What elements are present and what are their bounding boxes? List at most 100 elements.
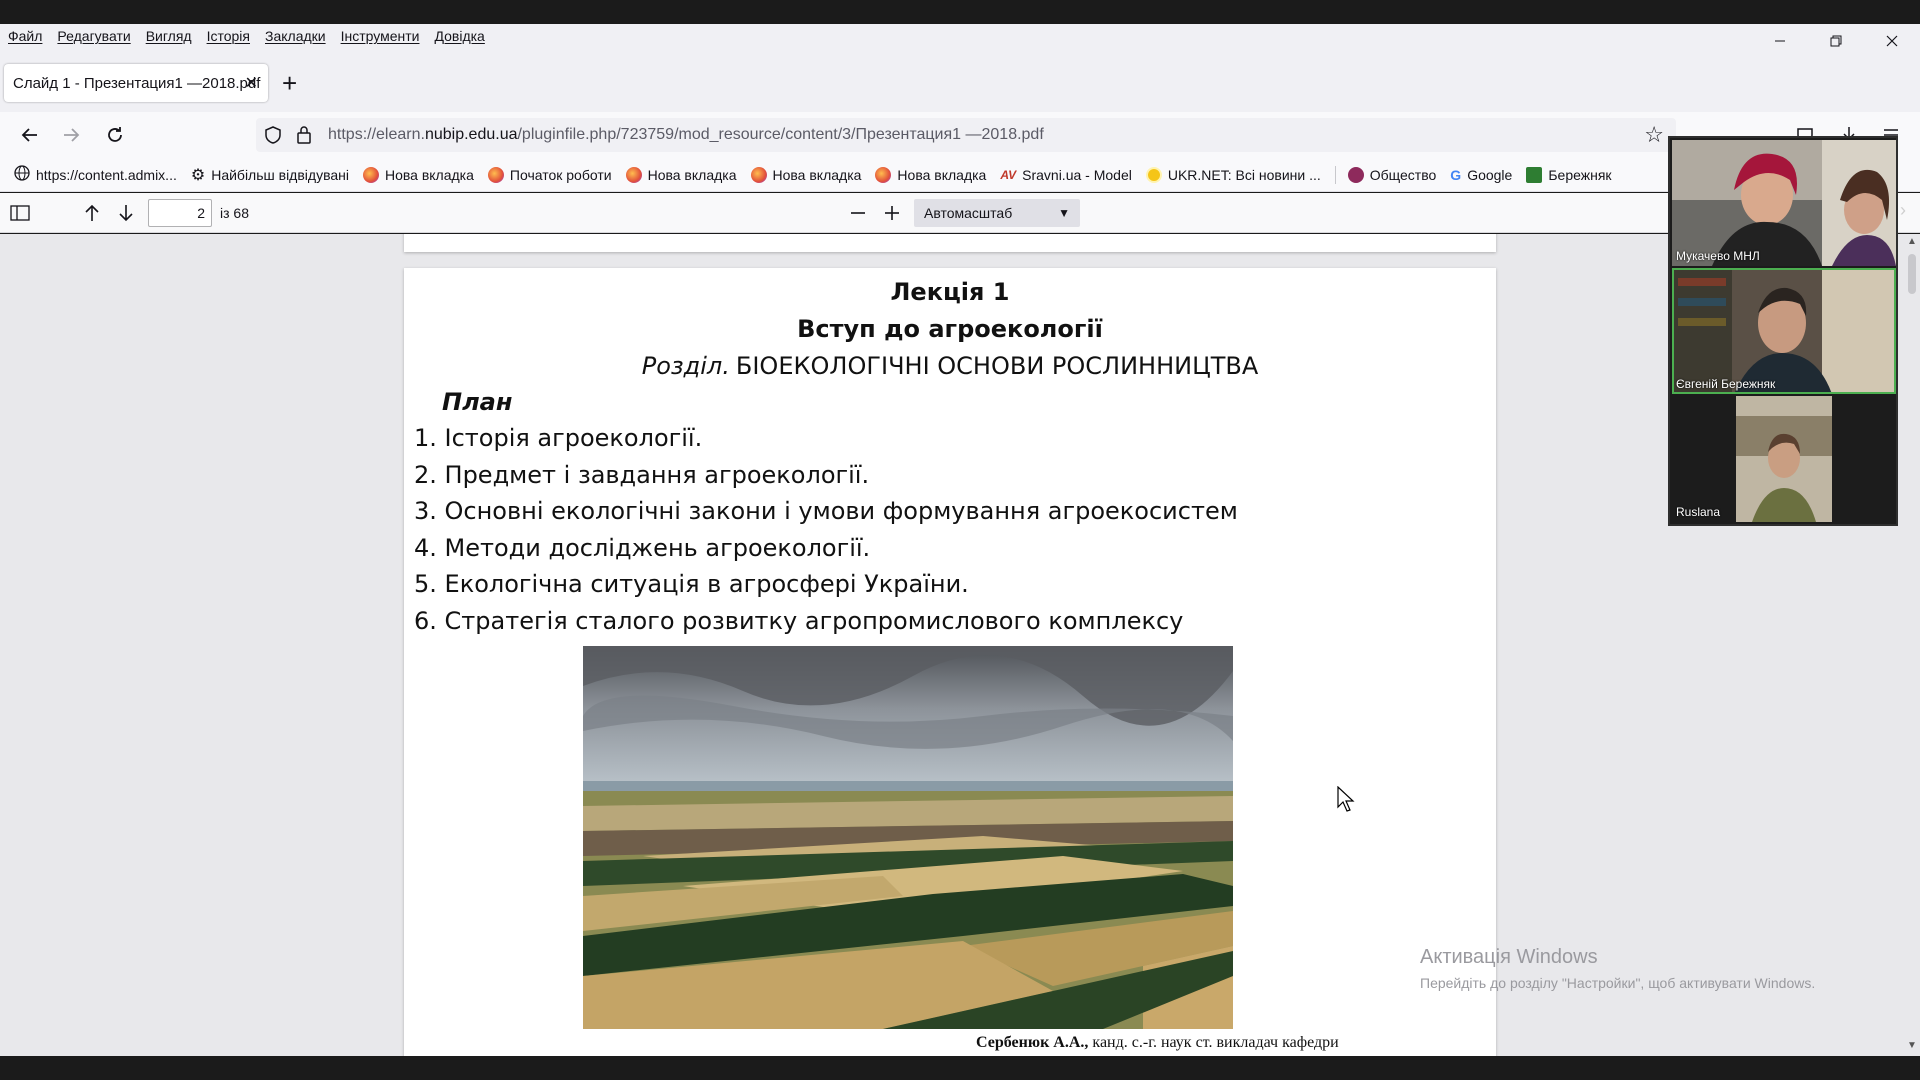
watermark-title: Активація Windows (1420, 946, 1598, 968)
zoom-out-icon[interactable] (844, 199, 872, 227)
minimize-icon[interactable] (1752, 24, 1808, 58)
next-page-icon[interactable] (112, 199, 140, 227)
bookmark-label: https://content.admix... (36, 166, 177, 183)
plan-list: 1. Історія агроекології. 2. Предмет і за… (414, 424, 1238, 643)
url-text[interactable]: https://elearn.nubip.edu.ua/pluginfile.p… (328, 126, 1044, 144)
ukrnet-icon (1145, 166, 1162, 183)
slide-section: Розділ. БІОЕКОЛОГІЧНІ ОСНОВИ РОСЛИННИЦТВА (404, 352, 1496, 380)
bookmark-item[interactable]: Нова вкладка (362, 166, 474, 183)
author-name: Сербенюк А.А., (976, 1034, 1089, 1051)
bookmark-label: Общество (1369, 166, 1437, 183)
participant-name: Ruslana (1676, 505, 1721, 519)
page-count: із 68 (220, 205, 249, 221)
firefox-icon (750, 166, 767, 183)
previous-page-icon[interactable] (78, 199, 106, 227)
plan-item: 5. Екологічна ситуація в агросфері Украї… (414, 570, 969, 598)
author-role: канд. с.-г. наук ст. викладач кафедри (1092, 1034, 1339, 1051)
vertical-scrollbar[interactable]: ▲ ▼ (1904, 234, 1920, 1056)
bookmarks-bar: https://content.admix... ⚙ Найбільш відв… (0, 158, 1920, 192)
zoom-select[interactable]: Автомасштаб ▼ (914, 199, 1080, 227)
chevron-right-icon[interactable]: › (1900, 200, 1906, 221)
bookmark-label: Початок роботи (509, 166, 612, 183)
bookmark-item[interactable]: Початок роботи (487, 166, 612, 183)
menu-file[interactable]: Файл (8, 28, 42, 44)
bookmark-label: Google (1467, 166, 1513, 183)
bookmark-item[interactable]: Нова вкладка (625, 166, 737, 183)
plan-label: План (442, 388, 513, 416)
page-number-input[interactable]: 2 (148, 199, 212, 227)
menu-history[interactable]: Історія (207, 28, 250, 44)
plan-item: 4. Методи досліджень агроекології. (414, 533, 871, 562)
bookmark-item[interactable]: Общество (1347, 166, 1437, 183)
firefox-icon (487, 166, 504, 183)
url-prefix: https://elearn. (328, 126, 425, 143)
tab-title: Слайд 1 - Презентация1 —2018.pdf (13, 74, 261, 92)
close-window-icon[interactable] (1864, 24, 1920, 58)
sidebar-toggle-icon[interactable] (6, 199, 34, 227)
participant-name: Євгеній Бережняк (1676, 377, 1776, 391)
menu-help[interactable]: Довідка (434, 28, 484, 44)
bookmark-item[interactable]: Бережняк (1526, 166, 1612, 183)
sravni-icon: AV (1000, 167, 1017, 182)
bookmark-label: Нова вкладка (772, 166, 862, 183)
tab-active[interactable]: Слайд 1 - Презентация1 —2018.pdf ✕ (4, 64, 268, 102)
url-path: /pluginfile.php/723759/mod_resource/cont… (517, 126, 1044, 143)
menu-tools[interactable]: Інструменти (341, 28, 420, 44)
navigation-bar: https://elearn.nubip.edu.ua/pluginfile.p… (0, 112, 1920, 158)
bookmark-label: Найбільш відвідувані (211, 166, 349, 183)
address-bar[interactable]: https://elearn.nubip.edu.ua/pluginfile.p… (256, 118, 1676, 152)
participant-name: Мукачево МНЛ (1676, 249, 1760, 263)
previous-page (404, 234, 1496, 252)
restore-icon[interactable] (1808, 24, 1864, 58)
firefox-icon (875, 166, 892, 183)
scroll-down-icon[interactable]: ▼ (1907, 1040, 1917, 1051)
participant-tile[interactable]: Мукачево МНЛ (1672, 140, 1896, 266)
bookmark-label: Бережняк (1548, 166, 1612, 183)
menu-edit[interactable]: Редагувати (57, 28, 130, 44)
forward-icon[interactable] (57, 120, 87, 150)
slide-subtitle: Вступ до агроекології (797, 315, 1103, 343)
mouse-cursor-icon (1337, 785, 1355, 817)
google-icon: G (1450, 166, 1462, 183)
bookmark-item[interactable]: G Google (1450, 167, 1512, 183)
screen-bottom-bar (0, 1056, 1920, 1080)
plan-item: 3. Основні екологічні закони і умови фор… (414, 497, 1238, 525)
gear-icon: ⚙ (190, 166, 206, 184)
menu-bar: Файл Редагувати Вигляд Історія Закладки … (0, 24, 1920, 48)
bookmark-item[interactable]: Нова вкладка (875, 166, 987, 183)
participant-tile[interactable]: Ruslana (1672, 396, 1896, 522)
screen-top-bar (0, 0, 1920, 24)
window-controls (1752, 24, 1920, 58)
bookmark-label: Нова вкладка (897, 166, 987, 183)
plan-item: 2. Предмет і завдання агроекології. (414, 460, 870, 489)
bookmark-item[interactable]: Нова вкладка (750, 166, 862, 183)
slide-title: Лекція 1 (890, 278, 1010, 306)
firefox-icon (362, 166, 379, 183)
tab-close-icon[interactable]: ✕ (245, 73, 258, 93)
section-label: Розділ. (641, 352, 730, 380)
obshchestvo-icon (1347, 166, 1364, 183)
reload-icon[interactable] (100, 120, 130, 150)
pdf-toolbar: 2 із 68 Автомасштаб ▼ (0, 193, 1920, 233)
zoom-in-icon[interactable] (878, 199, 906, 227)
tracking-shield-icon[interactable] (264, 126, 282, 149)
bookmark-item[interactable]: https://content.admix... (14, 165, 177, 184)
shield-icon (1526, 166, 1543, 183)
globe-icon (14, 165, 30, 184)
bookmark-item[interactable]: ⚙ Найбільш відвідувані (191, 165, 349, 185)
menu-view[interactable]: Вигляд (146, 28, 192, 44)
bookmark-item[interactable]: UKR.NET: Всі новини ... (1145, 166, 1321, 183)
menu-bookmarks[interactable]: Закладки (265, 28, 326, 44)
bookmark-label: UKR.NET: Всі новини ... (1167, 166, 1321, 183)
watermark-subtitle: Перейдіть до розділу "Настройки", щоб ак… (1420, 975, 1816, 991)
new-tab-button[interactable]: + (282, 68, 297, 99)
participant-tile[interactable]: Євгеній Бережняк (1672, 268, 1896, 394)
bookmark-star-icon[interactable]: ☆ (1644, 122, 1664, 148)
back-icon[interactable] (14, 120, 44, 150)
pdf-viewer[interactable]: Лекція 1 Вступ до агроекології Розділ. БІ… (0, 234, 1920, 1056)
bookmark-label: Нова вкладка (384, 166, 474, 183)
bookmark-item[interactable]: AV Sravni.ua - Model (1000, 167, 1132, 183)
scrollbar-thumb[interactable] (1908, 254, 1916, 294)
scroll-up-icon[interactable]: ▲ (1907, 236, 1917, 247)
lock-icon[interactable] (296, 125, 312, 150)
